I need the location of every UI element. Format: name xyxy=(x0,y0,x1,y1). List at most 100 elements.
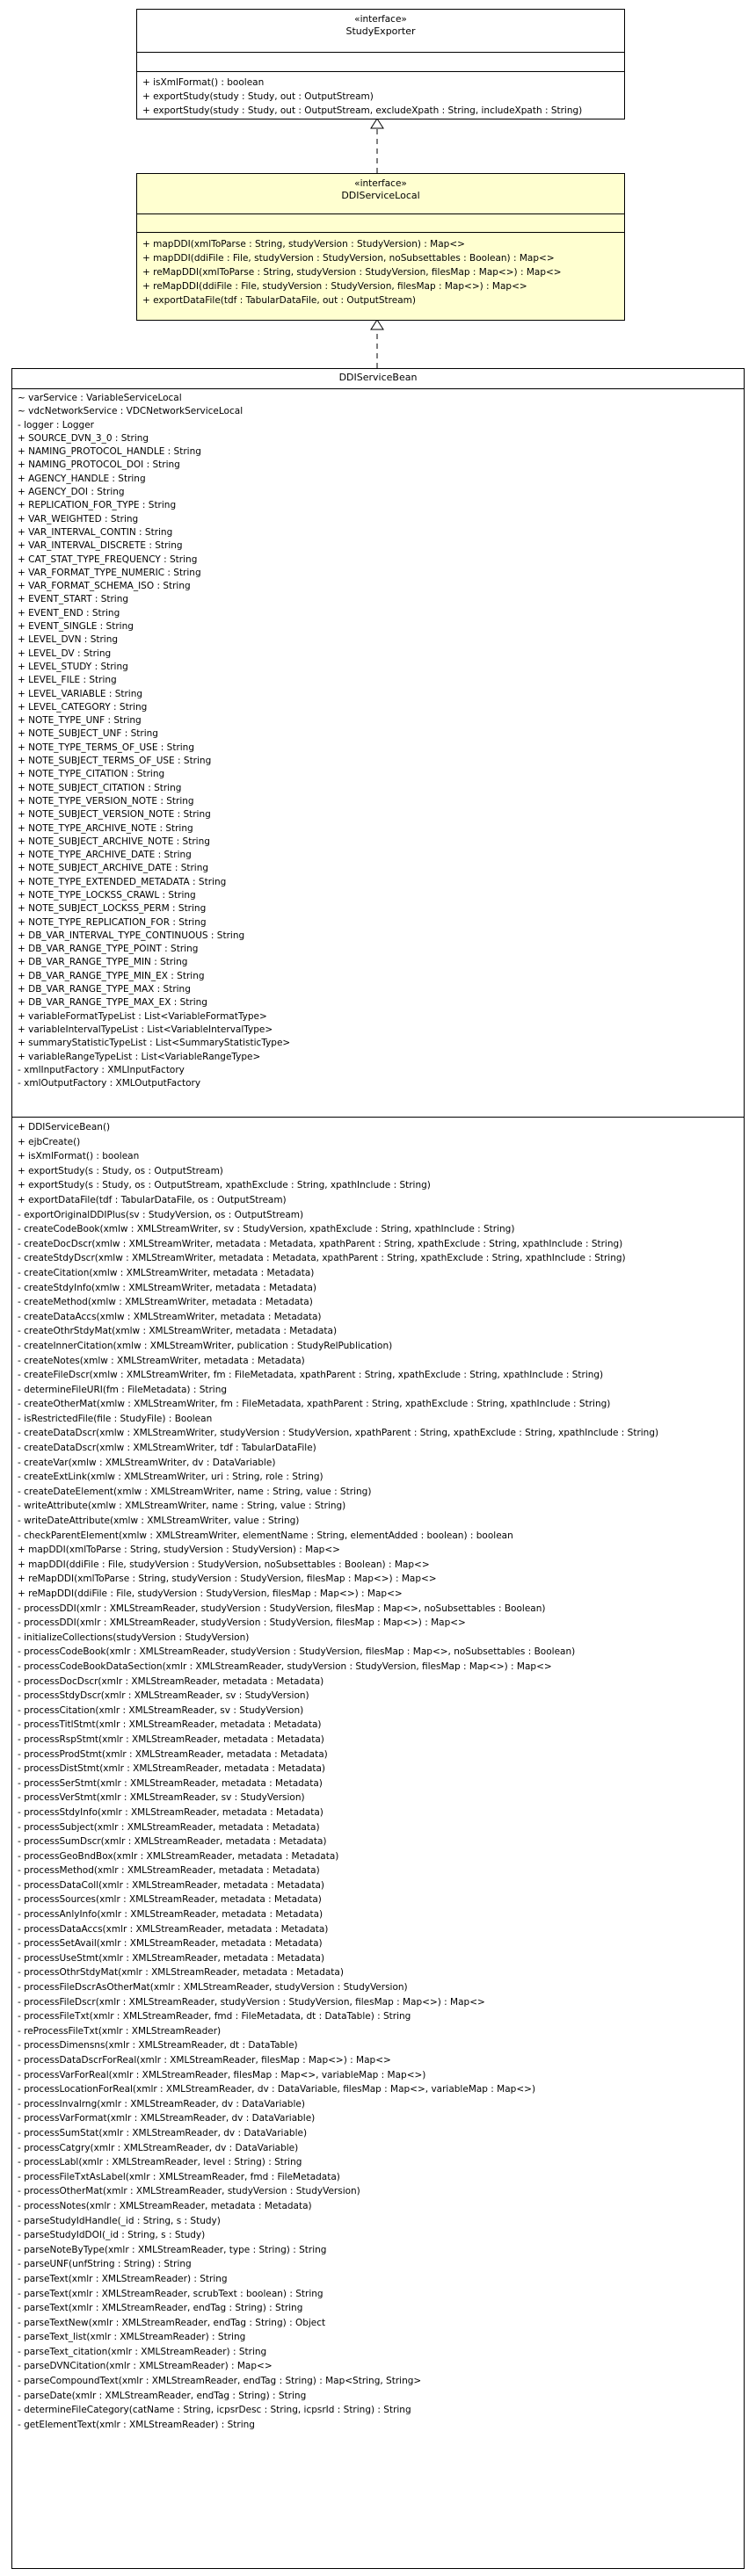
operation: - processOthrStdyMat(xmlr : XMLStreamRea… xyxy=(18,1967,344,1979)
operation: + mapDDI(ddiFile : File, studyVersion : … xyxy=(18,1559,430,1570)
operation: - parseStudyIdHandle(_id : String, s : S… xyxy=(18,2215,221,2226)
operation: - determineFileCategory(catName : String… xyxy=(18,2405,411,2416)
attribute: + EVENT_START : String xyxy=(18,594,129,605)
attribute: ~ varService : VariableServiceLocal xyxy=(18,393,182,403)
attribute: + NOTE_SUBJECT_ARCHIVE_NOTE : String xyxy=(18,836,210,847)
operation: - createDocDscr(xmlw : XMLStreamWriter, … xyxy=(18,1238,623,1249)
operation: + isXmlFormat() : boolean xyxy=(18,1151,140,1162)
attribute: + NOTE_SUBJECT_ARCHIVE_DATE : String xyxy=(18,863,209,874)
operation: - createInnerCitation(xmlw : XMLStreamWr… xyxy=(18,1340,393,1351)
operation: - processLocationForReal(xmlr : XMLStrea… xyxy=(18,2084,536,2095)
operation: - processAnlyInfo(xmlr : XMLStreamReader… xyxy=(18,1909,323,1921)
attribute: + REPLICATION_FOR_TYPE : String xyxy=(18,500,177,511)
attribute: ~ vdcNetworkService : VDCNetworkServiceL… xyxy=(18,406,244,417)
operation: - parseText(xmlr : XMLStreamReader, endT… xyxy=(18,2303,303,2314)
attribute: + DB_VAR_RANGE_TYPE_MIN_EX : String xyxy=(18,970,205,981)
operation: - parseTextNew(xmlr : XMLStreamReader, e… xyxy=(18,2317,326,2328)
operation: - parseText(xmlr : XMLStreamReader, scru… xyxy=(18,2288,323,2299)
operation: - parseNoteByType(xmlr : XMLStreamReader… xyxy=(18,2244,327,2255)
attribute: + variableIntervalTypeList : List<Variab… xyxy=(18,1024,273,1035)
attribute: + DB_VAR_INTERVAL_TYPE_CONTINUOUS : Stri… xyxy=(18,930,245,941)
attribute: + VAR_FORMAT_TYPE_NUMERIC : String xyxy=(18,567,201,578)
operation: - processCatgry(xmlr : XMLStreamReader, … xyxy=(18,2142,299,2153)
attribute: - xmlInputFactory : XMLInputFactory xyxy=(18,1064,185,1075)
attribute: + LEVEL_FILE : String xyxy=(18,675,117,686)
operation: - writeAttribute(xmlw : XMLStreamWriter,… xyxy=(18,1501,346,1512)
attribute: + DB_VAR_RANGE_TYPE_MAX_EX : String xyxy=(18,997,207,1009)
operation: + reMapDDI(ddiFile : File, studyVersion … xyxy=(18,1588,403,1599)
class-study-exporter[interactable]: «interface» StudyExporter + isXmlFormat(… xyxy=(136,9,625,119)
operation: - processSumDscr(xmlr : XMLStreamReader,… xyxy=(18,1836,327,1848)
operation: - processUseStmt(xmlr : XMLStreamReader,… xyxy=(18,1952,325,1964)
operation: - processSetAvail(xmlr : XMLStreamReader… xyxy=(18,1938,323,1950)
realization-arrow-local-to-exporter xyxy=(370,118,384,173)
operation: - createDataDscr(xmlw : XMLStreamWriter,… xyxy=(18,1428,659,1439)
class-name: StudyExporter xyxy=(345,25,416,37)
operations-section: + mapDDI(xmlToParse : String, studyVersi… xyxy=(137,233,624,310)
operation: + exportDataFile(tdf : TabularDataFile, … xyxy=(18,1194,287,1205)
operation: - exportOriginalDDIPlus(sv : StudyVersio… xyxy=(18,1209,304,1220)
operation: - createDateElement(xmlw : XMLStreamWrit… xyxy=(18,1486,372,1497)
operation: - initializeCollections(studyVersion : S… xyxy=(18,1632,250,1643)
operation: - processFileTxtAsLabel(xmlr : XMLStream… xyxy=(18,2171,340,2182)
operation: + mapDDI(xmlToParse : String, studyVersi… xyxy=(142,239,465,250)
operations-section: + DDIServiceBean() + ejbCreate() + isXmlFo… xyxy=(12,1118,744,2435)
attribute: + summaryStatisticTypeList : List<Summar… xyxy=(18,1038,291,1049)
operation: - writeDateAttribute(xmlw : XMLStreamWri… xyxy=(18,1516,300,1527)
operation: - processDistStmt(xmlr : XMLStreamReader… xyxy=(18,1763,326,1775)
operation: - processInvalrng(xmlr : XMLStreamReader… xyxy=(18,2098,305,2109)
operation: - parseCompoundText(xmlr : XMLStreamRead… xyxy=(18,2376,422,2387)
attribute: + NOTE_TYPE_ARCHIVE_DATE : String xyxy=(18,850,192,861)
attribute: + LEVEL_STUDY : String xyxy=(18,661,128,672)
operation: - createDataDscr(xmlw : XMLStreamWriter,… xyxy=(18,1443,316,1454)
operation: - processCodeBookDataSection(xmlr : XMLS… xyxy=(18,1661,552,1672)
attribute: + NOTE_TYPE_EXTENDED_METADATA : String xyxy=(18,876,227,887)
operation: - parseStudyIdDOI(_id : String, s : Stud… xyxy=(18,2230,206,2241)
attribute: + NOTE_TYPE_REPLICATION_FOR : String xyxy=(18,916,207,928)
attributes-section xyxy=(137,214,624,233)
attribute: + variableRangeTypeList : List<VariableR… xyxy=(18,1051,261,1062)
stereotype: «interface» xyxy=(354,178,407,189)
attribute: + NOTE_TYPE_LOCKSS_CRAWL : String xyxy=(18,889,196,901)
attribute: + NOTE_SUBJECT_LOCKSS_PERM : String xyxy=(18,903,207,915)
attribute: + NOTE_TYPE_TERMS_OF_USE : String xyxy=(18,742,195,753)
operation: + isXmlFormat() : boolean xyxy=(142,77,265,88)
operation: - createCodeBook(xmlw : XMLStreamWriter,… xyxy=(18,1224,515,1235)
operation: - processGeoBndBox(xmlr : XMLStreamReade… xyxy=(18,1850,339,1862)
operation: - processDataColl(xmlr : XMLStreamReader… xyxy=(18,1879,324,1891)
operation: + exportStudy(s : Study, os : OutputStre… xyxy=(18,1165,223,1176)
operation: - createStdyDscr(xmlw : XMLStreamWriter,… xyxy=(18,1253,626,1264)
operation: - processRspStmt(xmlr : XMLStreamReader,… xyxy=(18,1733,324,1745)
operation: - determineFileURI(fm : FileMetadata) : … xyxy=(18,1384,228,1395)
operation: + reMapDDI(xmlToParse : String, studyVer… xyxy=(18,1574,437,1585)
attribute: + NOTE_SUBJECT_VERSION_NOTE : String xyxy=(18,809,211,821)
attribute: - xmlOutputFactory : XMLOutputFactory xyxy=(18,1078,201,1089)
operation: - createOthrStdyMat(xmlw : XMLStreamWrit… xyxy=(18,1326,338,1337)
attribute: + NAMING_PROTOCOL_HANDLE : String xyxy=(18,446,201,458)
operation: - processSerStmt(xmlr : XMLStreamReader,… xyxy=(18,1777,323,1789)
attribute: + CAT_STAT_TYPE_FREQUENCY : String xyxy=(18,554,198,565)
operation: + exportStudy(study : Study, out : Outpu… xyxy=(142,105,583,116)
attribute: + VAR_FORMAT_SCHEMA_ISO : String xyxy=(18,581,191,592)
attribute: + NOTE_TYPE_ARCHIVE_NOTE : String xyxy=(18,822,193,834)
class-ddi-service-local[interactable]: «interface» DDIServiceLocal + mapDDI(xml… xyxy=(136,173,625,321)
class-ddi-service-bean[interactable]: DDIServiceBean ~ varService : VariableSe… xyxy=(11,368,745,2569)
operation: - createExtLink(xmlw : XMLStreamWriter, … xyxy=(18,1472,323,1483)
operation: - processVarForReal(xmlr : XMLStreamRead… xyxy=(18,2069,426,2080)
operation: - parseText_list(xmlr : XMLStreamReader)… xyxy=(18,2332,246,2343)
operation: - processCitation(xmlr : XMLStreamReader… xyxy=(18,1704,304,1716)
attribute: + NOTE_SUBJECT_TERMS_OF_USE : String xyxy=(18,756,212,767)
operation: - parseText(xmlr : XMLStreamReader) : St… xyxy=(18,2273,228,2284)
attribute: + EVENT_END : String xyxy=(18,607,120,619)
operation: - createVar(xmlw : XMLStreamWriter, dv :… xyxy=(18,1457,276,1468)
operation: + ejbCreate() xyxy=(18,1136,81,1147)
attribute: + NOTE_SUBJECT_UNF : String xyxy=(18,728,158,740)
attribute: + DB_VAR_RANGE_TYPE_MIN : String xyxy=(18,957,188,968)
operation: - createFileDscr(xmlw : XMLStreamWriter,… xyxy=(18,1370,604,1381)
operation: - isRestrictedFile(file : StudyFile) : B… xyxy=(18,1413,213,1424)
operation: - processStdyDscr(xmlr : XMLStreamReader… xyxy=(18,1690,309,1702)
attribute: + SOURCE_DVN_3_0 : String xyxy=(18,432,149,444)
attribute: + NOTE_SUBJECT_CITATION : String xyxy=(18,782,182,793)
class-header: «interface» StudyExporter xyxy=(137,10,624,53)
operation: - parseDVNCitation(xmlr : XMLStreamReade… xyxy=(18,2361,273,2372)
